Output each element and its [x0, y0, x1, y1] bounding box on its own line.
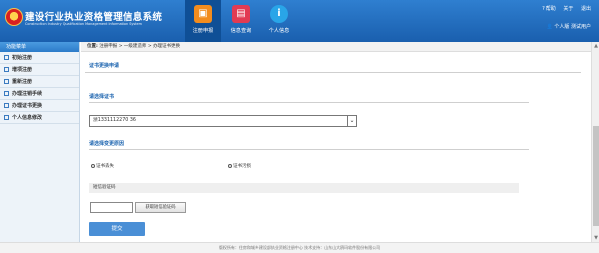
breadcrumb: 位置: 注册申报 > 一级建造师 > 办理证书更换 — [81, 42, 591, 52]
system-subtitle: Construction Industry Qualification Mana… — [25, 22, 142, 26]
nav-register-label: 注册申报 — [192, 28, 214, 34]
sms-code-bar: 短信验证码 — [89, 183, 519, 193]
user-icon: 👤 — [546, 24, 553, 30]
sidebar-item-add-registration[interactable]: 增项注册 — [0, 64, 79, 76]
sidebar-item-label: 办理证书更换 — [12, 103, 43, 109]
radio-certificate-lost[interactable]: 证书丢失 — [91, 163, 114, 169]
radio-circle-icon — [228, 163, 232, 168]
help-icon: ? — [542, 6, 545, 12]
query-icon: ▤ — [232, 5, 250, 23]
certificate-select-value: 浙1331112270 36 — [93, 118, 136, 123]
vertical-scrollbar[interactable]: ▲ ▼ — [591, 42, 599, 242]
user-info: 👤 个人版 测试用户 — [547, 23, 591, 30]
sidebar-item-initial-registration[interactable]: 初始注册 — [0, 52, 79, 64]
app-header: 建设行业执业资格管理信息系统 Construction Industry Qua… — [0, 0, 599, 42]
radio-label: 证书污损 — [233, 164, 251, 169]
menu-icon — [4, 79, 9, 84]
breadcrumb-item[interactable]: 一级建造师 — [124, 44, 147, 49]
breadcrumb-separator: > — [118, 44, 123, 49]
scrollbar-thumb[interactable] — [593, 126, 599, 226]
sidebar-heading: 功能菜单 — [0, 42, 79, 52]
sidebar-item-label: 增项注册 — [12, 67, 33, 73]
radio-circle-icon — [91, 163, 95, 168]
chevron-down-icon[interactable]: ⌄ — [347, 116, 356, 126]
national-emblem-logo — [5, 8, 23, 26]
help-link[interactable]: 帮助 — [546, 6, 556, 12]
breadcrumb-current: 办理证书更换 — [153, 44, 181, 49]
scroll-up-icon[interactable]: ▲ — [592, 42, 599, 50]
scroll-down-icon[interactable]: ▼ — [592, 234, 599, 242]
nav-query[interactable]: ▤ 信息查询 — [223, 0, 259, 42]
menu-icon — [4, 67, 9, 72]
info-icon: i — [270, 5, 288, 23]
radio-certificate-damaged[interactable]: 证书污损 — [228, 163, 251, 169]
submit-button[interactable]: 提交 — [89, 222, 145, 236]
logout-link[interactable]: 退出 — [581, 6, 591, 12]
breadcrumb-item[interactable]: 注册申报 — [99, 44, 117, 49]
sms-code-input[interactable] — [90, 202, 133, 213]
breadcrumb-prefix: 位置: — [87, 44, 98, 49]
cert-label: 请选择证书 — [89, 94, 115, 100]
sidebar-item-label: 办理注销手续 — [12, 91, 43, 97]
sidebar-item-personal-info[interactable]: 个人信息修改 — [0, 112, 79, 124]
reason-label: 请选择变更原因 — [89, 141, 125, 147]
sidebar: 功能菜单 初始注册 增项注册 重新注册 办理注销手续 办理证书更换 个人信息修改 — [0, 42, 80, 242]
menu-icon — [4, 103, 9, 108]
menu-icon — [4, 115, 9, 120]
get-sms-code-button[interactable]: 获取短信验证码 — [135, 202, 186, 213]
top-links: ?帮助 关于 退出 — [536, 5, 591, 12]
certificate-select[interactable]: 浙1331112270 36 ⌄ — [89, 115, 357, 127]
sms-code-label: 短信验证码 — [93, 185, 116, 190]
system-title: 建设行业执业资格管理信息系统 — [25, 12, 163, 23]
main-content: 位置: 注册申报 > 一级建造师 > 办理证书更换 证书更换申请 请选择证书 浙… — [81, 42, 591, 242]
nav-query-label: 信息查询 — [230, 28, 252, 34]
sidebar-item-certificate-replacement[interactable]: 办理证书更换 — [0, 100, 79, 112]
footer: 版权所有：住房和城乡建设部执业资格注册中心 技术支持：山东山大鸥玛软件股份有限公… — [0, 242, 599, 253]
sidebar-item-cancellation[interactable]: 办理注销手续 — [0, 88, 79, 100]
menu-icon — [4, 55, 9, 60]
divider — [89, 149, 529, 150]
nav-info-label: 个人信息 — [268, 28, 290, 34]
about-link[interactable]: 关于 — [563, 6, 573, 12]
sidebar-item-label: 个人信息修改 — [12, 115, 43, 121]
nav-register[interactable]: ▣ 注册申报 — [185, 0, 221, 42]
sidebar-item-re-registration[interactable]: 重新注册 — [0, 76, 79, 88]
sidebar-item-label: 初始注册 — [12, 55, 33, 61]
user-label[interactable]: 个人版 测试用户 — [554, 24, 591, 30]
form-section-title: 证书更换申请 — [89, 63, 120, 69]
radio-label: 证书丢失 — [96, 164, 114, 169]
divider — [89, 102, 529, 103]
breadcrumb-separator: > — [147, 44, 152, 49]
sidebar-item-label: 重新注册 — [12, 79, 33, 85]
menu-icon — [4, 91, 9, 96]
nav-info[interactable]: i 个人信息 — [261, 0, 297, 42]
divider — [85, 72, 581, 73]
register-icon: ▣ — [194, 5, 212, 23]
